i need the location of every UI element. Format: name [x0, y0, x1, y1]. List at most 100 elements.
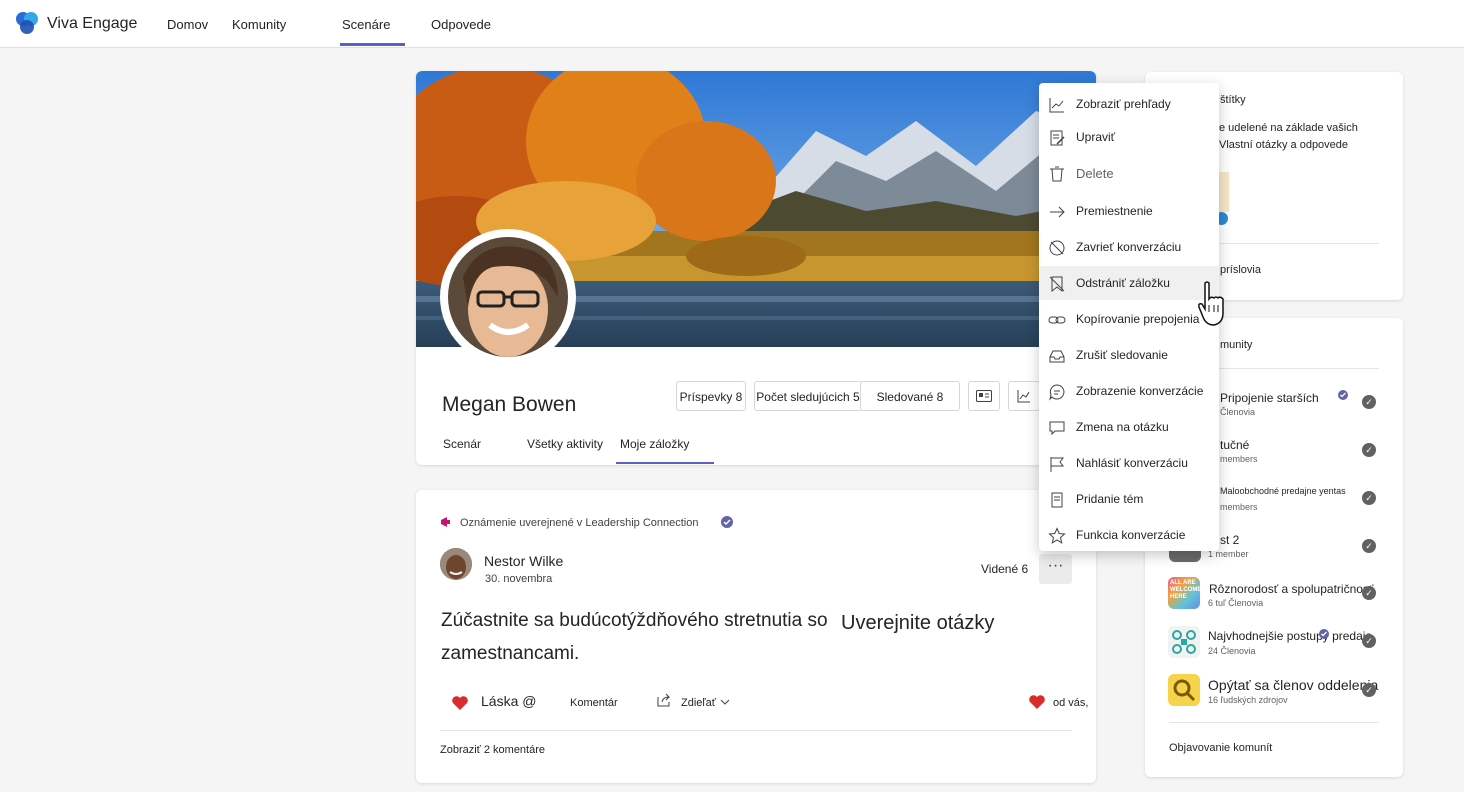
community-sub: Členovia: [1220, 407, 1256, 417]
menu-item-close-conversation[interactable]: Zavrieť konverzáciu: [1039, 230, 1219, 264]
followers-count-button[interactable]: Počet sledujúcich 5: [754, 381, 862, 411]
contact-card-button[interactable]: [968, 381, 1000, 411]
menu-item-feature-conversation[interactable]: Funkcia konverzácie: [1039, 518, 1219, 552]
chat-icon: [1049, 384, 1065, 401]
menu-item-label: Odstrániť záložku: [1076, 276, 1170, 290]
community-name[interactable]: tučné: [1220, 438, 1249, 452]
menu-item-label: Upraviť: [1076, 130, 1116, 144]
menu-item-label: Zavrieť konverzáciu: [1076, 240, 1182, 254]
community-sub: 16 ľudských zdrojov: [1208, 695, 1288, 705]
profile-avatar-ring: [440, 229, 576, 365]
community-avatar[interactable]: ALL ARE WELCOME HERE: [1168, 577, 1202, 609]
check-icon[interactable]: ✓: [1362, 443, 1376, 457]
menu-item-label: Pridanie tém: [1076, 492, 1144, 506]
menu-item-view-insights[interactable]: Zobraziť prehľady: [1039, 87, 1219, 121]
reaction-heart-icon: [1029, 695, 1045, 709]
community-avatar[interactable]: [1168, 674, 1200, 706]
reactions-summary[interactable]: od vás,: [1053, 697, 1088, 709]
badges-text-line-2: Vlastní otázky a odpovede: [1219, 139, 1349, 151]
menu-item-edit[interactable]: Upraviť: [1039, 120, 1219, 154]
discover-communities-link[interactable]: Objavovanie komunít: [1169, 742, 1272, 754]
menu-item-label: Funkcia konverzácie: [1076, 528, 1186, 542]
posts-count-button[interactable]: Príspevky 8: [676, 381, 746, 411]
tab-my-bookmarks[interactable]: Moje záložky: [620, 437, 689, 451]
menu-item-view-conversation[interactable]: Zobrazenie konverzácie: [1039, 374, 1219, 408]
verified-badge-icon: [1319, 629, 1329, 639]
hand-cursor-icon: [1198, 281, 1224, 326]
menu-item-delete[interactable]: Delete: [1039, 156, 1219, 190]
share-button[interactable]: Zdieľať: [681, 697, 716, 709]
community-sub: members: [1220, 502, 1258, 512]
community-avatar-text: ALL ARE WELCOME HERE: [1170, 580, 1202, 600]
community-sub: 6 tuľ Členovia: [1208, 598, 1264, 608]
app-name[interactable]: Viva Engage: [47, 15, 137, 33]
profile-name: Megan Bowen: [442, 393, 577, 416]
megaphone-icon: [441, 517, 450, 527]
announcement-label[interactable]: Oznámenie uverejnené v Leadership Connec…: [460, 517, 699, 529]
community-name[interactable]: Najvhodnejšie postupy predaja: [1208, 629, 1372, 643]
chart-icon: [1017, 390, 1030, 403]
menu-item-unfollow[interactable]: Zrušiť sledovanie: [1039, 338, 1219, 372]
menu-item-label: Nahlásiť konverzáciu: [1076, 456, 1188, 470]
post-text-line-1: Zúčastnite sa budúcotýždňového stretnuti…: [441, 610, 828, 631]
tab-all-activity[interactable]: Všetky aktivity: [527, 437, 603, 451]
menu-item-change-to-question[interactable]: Zmena na otázku: [1039, 410, 1219, 444]
nav-home[interactable]: Domov: [167, 17, 208, 32]
viva-engage-logo-icon[interactable]: [14, 10, 40, 36]
profile-card: Megan Bowen Príspevky 8 Počet sledujúcic…: [416, 71, 1096, 465]
post-date[interactable]: 30. novembra: [485, 573, 552, 585]
community-name[interactable]: st 2: [1220, 533, 1239, 547]
following-count-button[interactable]: Sledované 8: [860, 381, 960, 411]
avatar[interactable]: [448, 237, 568, 357]
flag-icon: [1050, 457, 1064, 472]
community-avatar[interactable]: [1168, 626, 1200, 658]
community-name[interactable]: Opýtať sa členov oddelenia: [1208, 677, 1378, 693]
more-options-button[interactable]: ···: [1039, 554, 1072, 584]
seen-count[interactable]: Videné 6: [981, 562, 1028, 576]
post-card: Oznámenie uverejnené v Leadership Connec…: [416, 490, 1096, 783]
more-icon: ···: [1047, 557, 1064, 574]
show-comments-link[interactable]: Zobraziť 2 komentáre: [440, 744, 545, 756]
community-name[interactable]: Maloobchodné predajne yentas: [1220, 486, 1346, 496]
chevron-down-icon[interactable]: [720, 699, 730, 705]
trash-icon: [1050, 166, 1064, 182]
check-icon[interactable]: ✓: [1362, 539, 1376, 553]
badges-title: štítky: [1220, 94, 1246, 106]
check-icon[interactable]: ✓: [1362, 491, 1376, 505]
menu-item-label: Premiestnenie: [1076, 204, 1153, 218]
drone-icon: [1172, 630, 1196, 654]
link-icon: [1048, 316, 1066, 324]
share-icon[interactable]: [656, 693, 672, 707]
check-icon[interactable]: ✓: [1362, 395, 1376, 409]
menu-item-report-conversation[interactable]: Nahlásiť konverzáciu: [1039, 446, 1219, 480]
menu-item-add-topics[interactable]: Pridanie tém: [1039, 482, 1219, 516]
menu-item-remove-bookmark[interactable]: Odstrániť záložku: [1039, 266, 1219, 300]
heart-icon[interactable]: [451, 695, 469, 711]
document-icon: [1051, 492, 1063, 508]
menu-item-label: Zobraziť prehľady: [1076, 97, 1171, 111]
nav-active-indicator: [340, 43, 405, 46]
community-name[interactable]: Pripojenie starších: [1220, 391, 1319, 405]
verified-badge-icon: [1338, 390, 1348, 400]
author-avatar[interactable]: [440, 548, 472, 580]
post-text-line-2: zamestnancami.: [441, 643, 580, 664]
love-button[interactable]: Láska @: [481, 693, 536, 709]
author-name[interactable]: Nestor Wilke: [484, 553, 563, 569]
comment-button[interactable]: Komentár: [570, 697, 618, 709]
menu-item-move[interactable]: Premiestnenie: [1039, 194, 1219, 228]
check-icon[interactable]: ✓: [1362, 634, 1376, 648]
top-bar: Viva Engage Domov Komunity Scenáre Odpov…: [0, 0, 1464, 48]
check-icon[interactable]: ✓: [1362, 683, 1376, 697]
check-icon[interactable]: ✓: [1362, 586, 1376, 600]
badges-footer[interactable]: príslovia: [1220, 264, 1261, 276]
menu-item-label: Kopírovanie prepojenia: [1076, 312, 1200, 326]
tab-storyline[interactable]: Scenár: [443, 437, 481, 451]
menu-item-copy-link[interactable]: Kopírovanie prepojenia: [1039, 302, 1219, 336]
nav-storylines[interactable]: Scenáre: [342, 17, 390, 32]
menu-item-label: Zrušiť sledovanie: [1076, 348, 1168, 362]
community-name[interactable]: Rôznorodosť a spolupatričnosť: [1209, 582, 1373, 596]
nav-answers[interactable]: Odpovede: [431, 17, 491, 32]
insights-button[interactable]: [1008, 381, 1040, 411]
nav-communities[interactable]: Komunity: [232, 17, 286, 32]
divider: [440, 730, 1072, 731]
